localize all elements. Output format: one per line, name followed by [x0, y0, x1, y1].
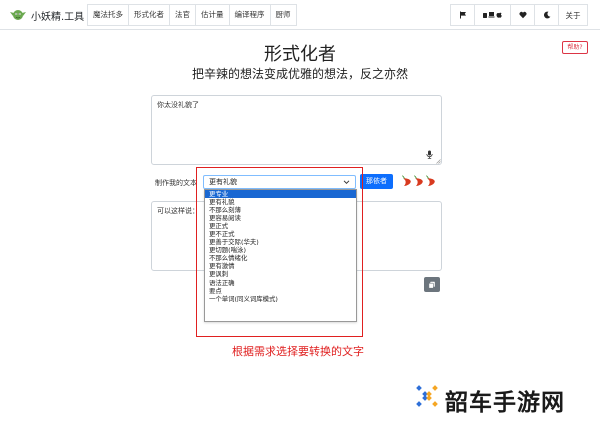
moon-icon	[543, 11, 550, 19]
copy-button[interactable]	[424, 277, 440, 292]
copy-icon	[428, 281, 435, 289]
resize-grip-icon[interactable]	[436, 159, 441, 164]
chili-pepper-icon[interactable]	[425, 175, 436, 187]
submit-button[interactable]: 那依者	[360, 174, 393, 189]
annotation-caption-text: 根据需求选择要转换的文字	[232, 345, 364, 358]
help-button[interactable]: 帮助?	[562, 41, 588, 54]
chili-pepper-icon[interactable]	[401, 175, 412, 187]
page-subtitle: 把辛辣的想法变成优雅的想法，反之亦然	[191, 67, 408, 81]
source-text-input[interactable]: 你太没礼貌了	[151, 95, 442, 165]
brand-name[interactable]: 小妖精.工具	[31, 8, 84, 23]
platform-apps-button[interactable]	[474, 4, 510, 26]
watermark-logo-icon	[416, 385, 438, 407]
platforms-icon	[482, 12, 502, 18]
annotation-highlight-frame	[196, 167, 363, 337]
favorite-button[interactable]	[510, 4, 534, 26]
spiciness-selector[interactable]	[401, 175, 436, 187]
page-title: 形式化者	[264, 44, 336, 65]
tab-magic-todo[interactable]: 魔法托多	[87, 4, 128, 26]
microphone-icon[interactable]	[426, 150, 433, 159]
nav-tabs: 魔法托多 形式化者 法官 估计量 编译程序 厨师	[87, 4, 297, 26]
tab-compiler[interactable]: 编译程序	[228, 4, 270, 26]
flag-icon	[459, 11, 466, 19]
tab-judge[interactable]: 法官	[169, 4, 195, 26]
dark-mode-toggle[interactable]	[534, 4, 558, 26]
nav-actions: 关于	[450, 4, 588, 26]
tab-estimator[interactable]: 估计量	[195, 4, 229, 26]
make-my-text-label: 制作我的文本	[155, 179, 197, 187]
tab-formalizer[interactable]: 形式化者	[128, 4, 169, 26]
heart-icon	[519, 11, 526, 19]
about-button[interactable]: 关于	[558, 4, 588, 26]
chili-pepper-icon[interactable]	[413, 175, 424, 187]
flag-button[interactable]	[450, 4, 474, 26]
tab-chef[interactable]: 厨师	[269, 4, 297, 26]
goblin-logo-icon[interactable]	[10, 7, 26, 21]
annotation-caption: 根据需求选择要转换的文字	[0, 343, 600, 359]
top-navbar: 小妖精.工具 魔法托多 形式化者 法官 估计量 编译程序 厨师 关于	[0, 0, 600, 30]
watermark-text: 韶车手游网	[445, 390, 565, 416]
